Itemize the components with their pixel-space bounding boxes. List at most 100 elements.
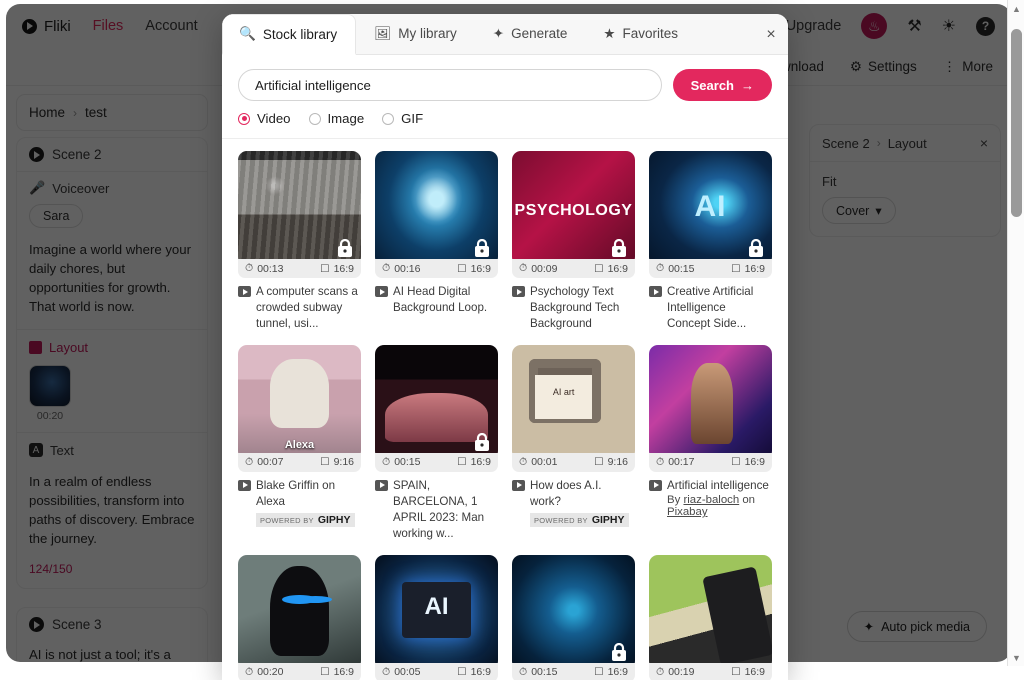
- ratio-value: 16:9: [745, 263, 765, 275]
- ratio-value: 16:9: [608, 263, 628, 275]
- media-title: Artificial intelligence: [649, 478, 772, 494]
- search-icon: 🔍: [239, 26, 256, 42]
- lock-icon: [611, 239, 627, 258]
- results-area[interactable]: ⏱00:13☐16:9A computer scans a crowded su…: [222, 139, 788, 680]
- media-thumbnail[interactable]: [649, 345, 772, 460]
- media-thumbnail[interactable]: [375, 151, 498, 266]
- media-thumbnail[interactable]: [512, 555, 635, 670]
- duration-value: 00:15: [668, 263, 694, 275]
- giphy-prefix: POWERED BY: [260, 516, 314, 525]
- media-thumbnail[interactable]: [649, 151, 772, 266]
- giphy-name: GIPHY: [318, 514, 351, 526]
- clock-icon: ⏱: [382, 666, 390, 679]
- aspect-ratio-icon: ☐: [731, 263, 740, 275]
- media-meta: ⏱00:15☐16:9: [512, 663, 635, 680]
- tab-my-library[interactable]: 🖼 My library: [356, 14, 475, 55]
- radio-gif-label: GIF: [401, 111, 423, 126]
- search-button[interactable]: Search →: [673, 69, 772, 101]
- aspect-ratio-icon: ☐: [320, 456, 329, 468]
- aspect-ratio-icon: ☐: [457, 263, 466, 275]
- media-card[interactable]: ⏱00:16☐16:9 AI Head Digital Background Lo…: [375, 151, 498, 332]
- media-byline: By riaz-baloch on Pixabay: [649, 494, 772, 518]
- search-button-label: Search: [691, 78, 734, 93]
- media-ratio: ☐ 16:9: [731, 263, 765, 275]
- radio-video[interactable]: Video: [238, 111, 291, 126]
- lock-icon: [748, 239, 764, 258]
- media-title-text: Artificial intelligence: [667, 478, 769, 494]
- media-duration: ⏱00:05: [382, 666, 420, 679]
- aspect-ratio-icon: ☐: [731, 666, 740, 678]
- arrow-right-icon: →: [741, 78, 754, 93]
- aspect-ratio-icon: ☐: [594, 263, 603, 275]
- media-library-modal: 🔍 Stock library 🖼 My library ✦ Generate …: [222, 14, 788, 680]
- media-card[interactable]: ⏱00:07☐9:16Blake Griffin on AlexaPOWERED…: [238, 345, 361, 542]
- media-thumbnail[interactable]: [238, 555, 361, 670]
- video-badge-icon: [375, 480, 388, 491]
- media-duration: ⏱00:13: [245, 262, 283, 275]
- media-meta: ⏱00:16☐16:9: [375, 259, 498, 278]
- media-thumbnail[interactable]: [238, 345, 361, 460]
- media-card[interactable]: ⏱00:01☐9:16How does A.I. work?POWERED BY…: [512, 345, 635, 542]
- media-card[interactable]: ⏱00:15☐16:9: [512, 555, 635, 680]
- ratio-value: 9:16: [608, 456, 628, 468]
- media-thumbnail[interactable]: [375, 555, 498, 670]
- video-badge-icon: [512, 286, 525, 297]
- lock-icon: [474, 433, 490, 452]
- giphy-attribution: POWERED BYGIPHY: [530, 513, 629, 527]
- byline-author[interactable]: riaz-baloch: [683, 494, 739, 506]
- video-badge-icon: [238, 480, 251, 491]
- scroll-up-arrow-icon[interactable]: ▲: [1008, 0, 1024, 17]
- media-thumbnail[interactable]: [512, 345, 635, 460]
- scrollbar-track[interactable]: [1008, 17, 1024, 649]
- media-duration: ⏱00:19: [656, 666, 694, 679]
- media-ratio: ☐ 16:9: [594, 263, 628, 275]
- media-thumbnail[interactable]: [649, 555, 772, 670]
- media-duration: ⏱00:17: [656, 456, 694, 469]
- tab-generate[interactable]: ✦ Generate: [475, 14, 586, 55]
- media-duration: ⏱00:15: [382, 456, 420, 469]
- tab-favorites[interactable]: ★ Favorites: [585, 14, 696, 55]
- media-ratio: ☐9:16: [320, 456, 354, 468]
- media-card[interactable]: ⏱00:15☐16:9SPAIN, BARCELONA, 1 APRIL 202…: [375, 345, 498, 542]
- media-card[interactable]: ⏱00:19 ☐16:9: [649, 555, 772, 680]
- tab-favorites-label: Favorites: [622, 26, 678, 41]
- giphy-name: GIPHY: [592, 514, 625, 526]
- aspect-ratio-icon: ☐: [457, 456, 466, 468]
- giphy-attribution: POWERED BY GIPHY: [256, 513, 355, 527]
- search-input[interactable]: [238, 69, 662, 101]
- media-title-text: A computer scans a crowded subway tunnel…: [256, 284, 361, 332]
- media-card[interactable]: ⏱00:15☐16:9Creative Artificial Intellige…: [649, 151, 772, 332]
- scroll-down-arrow-icon[interactable]: ▼: [1008, 649, 1024, 666]
- media-card[interactable]: ⏱00:09☐16:9Psychology Text Background Te…: [512, 151, 635, 332]
- media-ratio: ☐16:9: [457, 456, 491, 468]
- duration-value: 00:20: [257, 666, 283, 678]
- media-ratio: ☐16:9: [731, 666, 765, 678]
- duration-value: 00:15: [531, 666, 557, 678]
- tab-stock-library[interactable]: 🔍 Stock library: [222, 14, 356, 55]
- media-card[interactable]: ⏱00:17☐16:9Artificial intelligenceBy ria…: [649, 345, 772, 542]
- radio-gif[interactable]: GIF: [382, 111, 423, 126]
- media-thumbnail[interactable]: [375, 345, 498, 460]
- media-meta: ⏱00:09 ☐ 16:9: [512, 259, 635, 278]
- media-card[interactable]: ⏱00:13☐16:9 A computer scans a crowded su…: [238, 151, 361, 332]
- media-title: AI Head Digital Background Loop.: [375, 284, 498, 316]
- scrollbar-thumb[interactable]: [1011, 29, 1022, 217]
- modal-close-icon[interactable]: ×: [754, 14, 788, 55]
- aspect-ratio-icon: ☐: [320, 666, 329, 678]
- media-thumbnail[interactable]: [512, 151, 635, 266]
- media-thumbnail[interactable]: [238, 151, 361, 266]
- media-card[interactable]: ⏱00:20☐16:9: [238, 555, 361, 680]
- radio-image[interactable]: Image: [309, 111, 365, 126]
- page-scrollbar[interactable]: ▲ ▼: [1007, 0, 1024, 666]
- byline-site[interactable]: Pixabay: [667, 506, 708, 518]
- media-card[interactable]: ⏱00:05☐16:9: [375, 555, 498, 680]
- clock-icon: ⏱: [519, 456, 527, 469]
- clock-icon: ⏱: [382, 262, 390, 275]
- radio-image-label: Image: [328, 111, 365, 126]
- media-duration: ⏱00:09: [519, 262, 557, 275]
- byline-prefix: By: [667, 494, 683, 506]
- media-title-text: How does A.I. work?: [530, 478, 635, 510]
- media-meta: ⏱00:13☐16:9: [238, 259, 361, 278]
- duration-value: 00:01: [531, 456, 557, 468]
- ratio-value: 16:9: [334, 666, 354, 678]
